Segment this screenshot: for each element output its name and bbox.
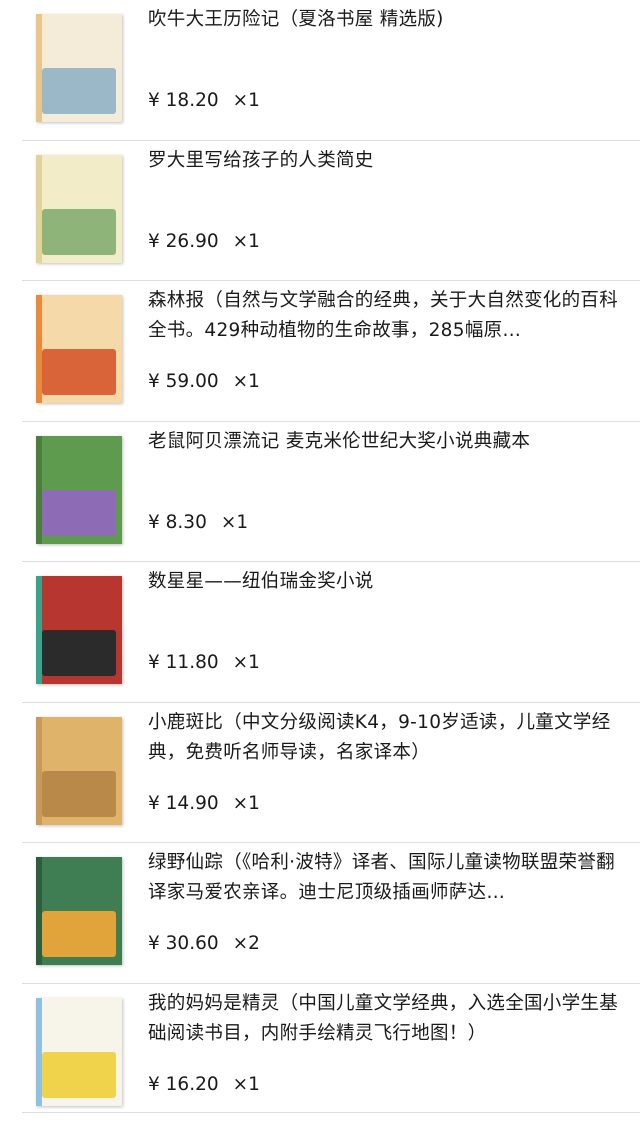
item-title[interactable]: 森林报（自然与文学融合的经典，关于大自然变化的百科全书。429种动植物的生命故事… [148, 286, 618, 346]
order-item[interactable]: 吹牛大王历险记（夏洛书屋 精选版) ¥ 18.20 ×1 [0, 0, 640, 141]
price-quantity-line: ¥ 59.00 ×1 [148, 369, 260, 395]
item-quantity: ×1 [233, 90, 260, 111]
cover-illustration [42, 771, 116, 817]
item-price: ¥ 30.60 [148, 933, 219, 954]
cover-illustration [42, 209, 116, 255]
order-item[interactable]: 老鼠阿贝漂流记 麦克米伦世纪大奖小说典藏本 ¥ 8.30 ×1 [0, 422, 640, 563]
item-price: ¥ 11.80 [148, 652, 219, 673]
order-item[interactable]: 森林报（自然与文学融合的经典，关于大自然变化的百科全书。429种动植物的生命故事… [0, 281, 640, 422]
price-quantity-line: ¥ 11.80 ×1 [148, 650, 260, 676]
item-title[interactable]: 我的妈妈是精灵（中国儿童文学经典，入选全国小学生基础阅读书目，内附手绘精灵飞行地… [148, 989, 618, 1049]
cover-illustration [42, 911, 116, 957]
order-item[interactable]: 我的妈妈是精灵（中国儿童文学经典，入选全国小学生基础阅读书目，内附手绘精灵飞行地… [0, 984, 640, 1124]
item-title[interactable]: 数星星——纽伯瑞金奖小说 [148, 567, 618, 597]
item-price: ¥ 26.90 [148, 231, 219, 252]
list-bottom-divider [22, 1112, 640, 1113]
cover-illustration [42, 349, 116, 395]
item-price: ¥ 8.30 [148, 512, 207, 533]
book-cover-baron-munchausen-icon[interactable] [36, 14, 122, 122]
book-cover-fairy-mom-icon[interactable] [36, 998, 122, 1106]
item-title[interactable]: 老鼠阿贝漂流记 麦克米伦世纪大奖小说典藏本 [148, 427, 618, 457]
book-cover-forest-icon[interactable] [36, 295, 122, 403]
price-quantity-line: ¥ 14.90 ×1 [148, 791, 260, 817]
item-price: ¥ 16.20 [148, 1074, 219, 1095]
item-quantity: ×1 [221, 512, 248, 533]
book-cover-dinosaur-icon[interactable] [36, 155, 122, 263]
item-price: ¥ 59.00 [148, 371, 219, 392]
book-cover-stars-icon[interactable] [36, 576, 122, 684]
item-title[interactable]: 小鹿斑比（中文分级阅读K4，9-10岁适读，儿童文学经典，免费听名师导读，名家译… [148, 708, 618, 768]
item-quantity: ×1 [233, 231, 260, 252]
order-item[interactable]: 绿野仙踪（《哈利·波特》译者、国际儿童读物联盟荣誉翻译家马爱农亲译。迪士尼顶级插… [0, 843, 640, 984]
order-item[interactable]: 罗大里写给孩子的人类简史 ¥ 26.90 ×1 [0, 141, 640, 282]
item-title[interactable]: 绿野仙踪（《哈利·波特》译者、国际儿童读物联盟荣誉翻译家马爱农亲译。迪士尼顶级插… [148, 848, 618, 908]
price-quantity-line: ¥ 30.60 ×2 [148, 931, 260, 957]
cover-illustration [42, 490, 116, 536]
item-quantity: ×1 [233, 371, 260, 392]
item-quantity: ×1 [233, 793, 260, 814]
item-price: ¥ 18.20 [148, 90, 219, 111]
item-title[interactable]: 吹牛大王历险记（夏洛书屋 精选版) [148, 5, 618, 35]
item-quantity: ×1 [233, 652, 260, 673]
price-quantity-line: ¥ 26.90 ×1 [148, 229, 260, 255]
price-quantity-line: ¥ 8.30 ×1 [148, 510, 248, 536]
book-cover-bambi-icon[interactable] [36, 717, 122, 825]
item-quantity: ×1 [233, 1074, 260, 1095]
order-item-list: 吹牛大王历险记（夏洛书屋 精选版) ¥ 18.20 ×1 罗大里写给孩子的人类简史… [0, 0, 640, 1124]
book-cover-mouse-icon[interactable] [36, 436, 122, 544]
order-item[interactable]: 小鹿斑比（中文分级阅读K4，9-10岁适读，儿童文学经典，免费听名师导读，名家译… [0, 703, 640, 844]
item-title[interactable]: 罗大里写给孩子的人类简史 [148, 146, 618, 176]
cover-illustration [42, 1052, 116, 1098]
order-item[interactable]: 数星星——纽伯瑞金奖小说 ¥ 11.80 ×1 [0, 562, 640, 703]
item-price: ¥ 14.90 [148, 793, 219, 814]
price-quantity-line: ¥ 18.20 ×1 [148, 88, 260, 114]
cover-illustration [42, 630, 116, 676]
price-quantity-line: ¥ 16.20 ×1 [148, 1072, 260, 1098]
item-quantity: ×2 [233, 933, 260, 954]
cover-illustration [42, 68, 116, 114]
book-cover-oz-icon[interactable] [36, 857, 122, 965]
